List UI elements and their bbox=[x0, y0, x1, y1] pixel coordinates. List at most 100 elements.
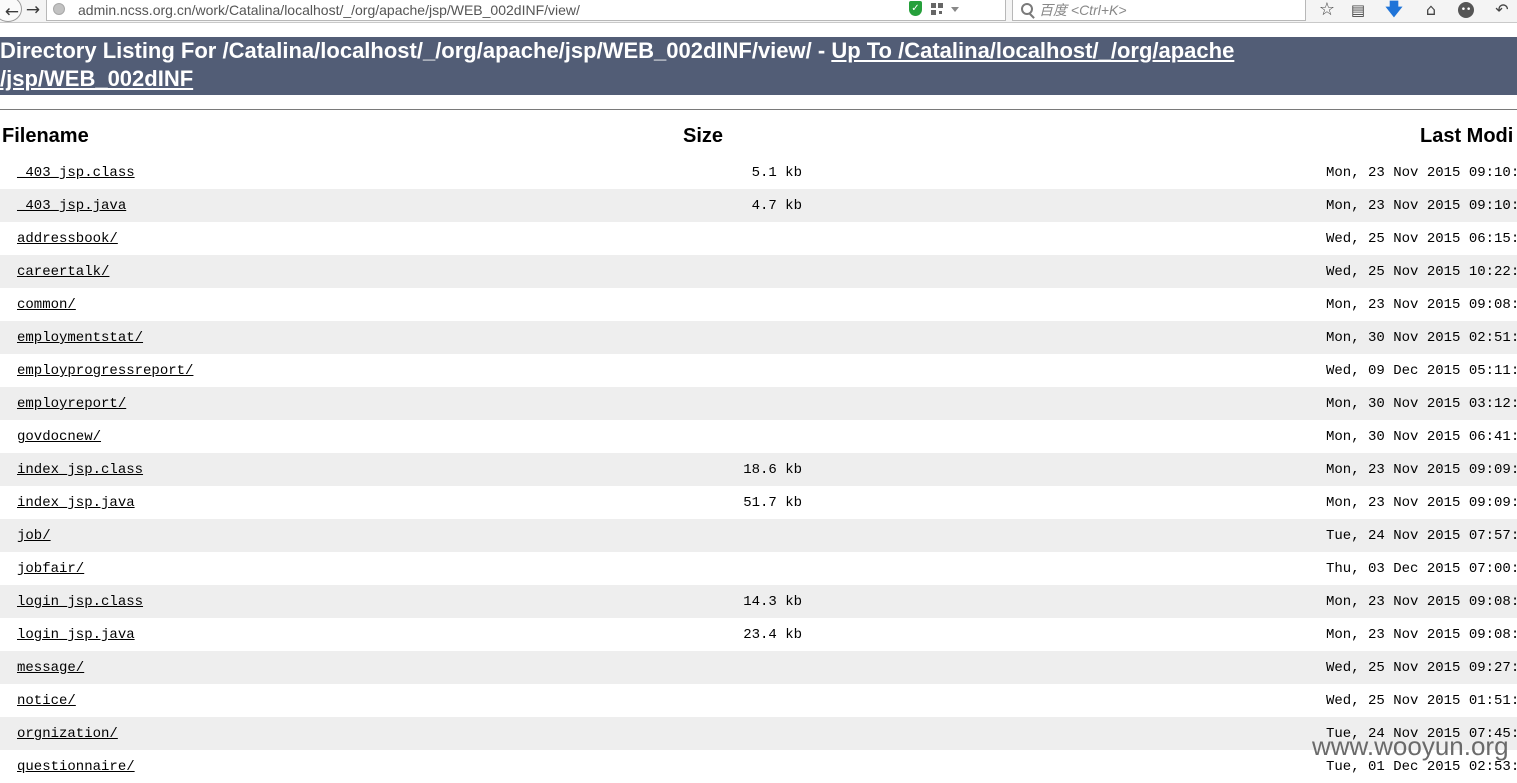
table-row: job/Tue, 24 Nov 2015 07:57:2 bbox=[0, 519, 1517, 552]
last-modified-cell: Thu, 03 Dec 2015 07:00:4 bbox=[1326, 561, 1517, 577]
search-input[interactable] bbox=[1039, 1, 1299, 19]
back-arrow-icon[interactable]: ← bbox=[0, 0, 22, 22]
file-link[interactable]: index_jsp.class bbox=[17, 462, 143, 478]
clipboard-icon[interactable]: ▤ bbox=[1347, 0, 1369, 22]
filename-cell: notice/ bbox=[17, 693, 76, 709]
filename-cell: login_jsp.class bbox=[17, 594, 143, 610]
table-row: login_jsp.class 14.3 kb Mon, 23 Nov 2015 0… bbox=[0, 585, 1517, 618]
file-link[interactable]: login_jsp.java bbox=[17, 627, 135, 643]
header-line-2: /jsp/WEB_002dINF bbox=[0, 65, 1517, 93]
size-cell: 4.7 kb bbox=[751, 198, 802, 214]
table-row: index_jsp.class 18.6 kb Mon, 23 Nov 2015 0… bbox=[0, 453, 1517, 486]
filename-cell: common/ bbox=[17, 297, 76, 313]
filename-cell: job/ bbox=[17, 528, 51, 544]
last-modified-cell: Mon, 23 Nov 2015 09:08:3 bbox=[1326, 627, 1517, 643]
last-modified-cell: Mon, 23 Nov 2015 09:08:3 bbox=[1326, 594, 1517, 610]
file-listing: _403_jsp.class 5.1 kb Mon, 23 Nov 2015 09:… bbox=[0, 156, 1517, 783]
page-title: Directory Listing For /Catalina/localhos… bbox=[0, 38, 832, 63]
table-row: _403_jsp.class 5.1 kb Mon, 23 Nov 2015 09:… bbox=[0, 156, 1517, 189]
url-text[interactable]: admin.ncss.org.cn/work/Catalina/localhos… bbox=[78, 2, 580, 18]
filename-cell: careertalk/ bbox=[17, 264, 109, 280]
chat-icon[interactable]: •• bbox=[1458, 2, 1474, 18]
last-modified-cell: Wed, 25 Nov 2015 10:22:4 bbox=[1326, 264, 1517, 280]
last-modified-cell: Mon, 23 Nov 2015 09:09:0 bbox=[1326, 462, 1517, 478]
chevron-down-icon[interactable] bbox=[951, 7, 959, 12]
file-link[interactable]: jobfair/ bbox=[17, 561, 84, 577]
last-modified-cell: Wed, 25 Nov 2015 09:27:5 bbox=[1326, 660, 1517, 676]
size-cell: 14.3 kb bbox=[743, 594, 802, 610]
last-modified-cell: Mon, 23 Nov 2015 09:10:1 bbox=[1326, 198, 1517, 214]
up-to-parent-link-continued[interactable]: /jsp/WEB_002dINF bbox=[0, 66, 193, 91]
last-modified-cell: Mon, 23 Nov 2015 09:10:1 bbox=[1326, 165, 1517, 181]
table-row: message/Wed, 25 Nov 2015 09:27:5 bbox=[0, 651, 1517, 684]
last-modified-cell: Mon, 23 Nov 2015 09:09:0 bbox=[1326, 495, 1517, 511]
undo-icon[interactable]: ↶ bbox=[1490, 0, 1514, 22]
table-row: careertalk/Wed, 25 Nov 2015 10:22:4 bbox=[0, 255, 1517, 288]
file-link[interactable]: common/ bbox=[17, 297, 76, 313]
size-cell: 23.4 kb bbox=[743, 627, 802, 643]
file-link[interactable]: orgnization/ bbox=[17, 726, 118, 742]
table-row: index_jsp.java 51.7 kb Mon, 23 Nov 2015 09… bbox=[0, 486, 1517, 519]
star-icon[interactable]: ☆ bbox=[1316, 0, 1338, 22]
file-link[interactable]: _403_jsp.java bbox=[17, 198, 126, 214]
column-header-last-modified: Last Modi bbox=[1420, 125, 1514, 147]
browser-toolbar: ← → admin.ncss.org.cn/work/Catalina/loca… bbox=[0, 0, 1517, 23]
last-modified-cell: Wed, 09 Dec 2015 05:11:4 bbox=[1326, 363, 1517, 379]
file-link[interactable]: _403_jsp.class bbox=[17, 165, 135, 181]
table-row: govdocnew/Mon, 30 Nov 2015 06:41:5 bbox=[0, 420, 1517, 453]
table-row: common/Mon, 23 Nov 2015 09:08:4 bbox=[0, 288, 1517, 321]
qr-code-icon[interactable] bbox=[931, 3, 943, 15]
filename-cell: employreport/ bbox=[17, 396, 126, 412]
directory-header: Directory Listing For /Catalina/localhos… bbox=[0, 37, 1517, 95]
table-row: questionnaire/Tue, 01 Dec 2015 02:53:0 bbox=[0, 750, 1517, 783]
file-link[interactable]: govdocnew/ bbox=[17, 429, 101, 445]
filename-cell: jobfair/ bbox=[17, 561, 84, 577]
file-link[interactable]: employreport/ bbox=[17, 396, 126, 412]
filename-cell: orgnization/ bbox=[17, 726, 118, 742]
size-cell: 5.1 kb bbox=[751, 165, 802, 181]
last-modified-cell: Wed, 25 Nov 2015 06:15:1 bbox=[1326, 231, 1517, 247]
filename-cell: login_jsp.java bbox=[17, 627, 135, 643]
table-row: addressbook/Wed, 25 Nov 2015 06:15:1 bbox=[0, 222, 1517, 255]
table-row: jobfair/Thu, 03 Dec 2015 07:00:4 bbox=[0, 552, 1517, 585]
file-link[interactable]: index_jsp.java bbox=[17, 495, 135, 511]
search-icon bbox=[1021, 3, 1033, 15]
table-row: employmentstat/Mon, 30 Nov 2015 02:51:3 bbox=[0, 321, 1517, 354]
shield-check-icon[interactable]: ✓ bbox=[909, 1, 922, 16]
file-link[interactable]: message/ bbox=[17, 660, 84, 676]
watermark-text: www.wooyun.org bbox=[1312, 731, 1509, 761]
table-row: _403_jsp.java 4.7 kb Mon, 23 Nov 2015 09:1… bbox=[0, 189, 1517, 222]
file-link[interactable]: employprogressreport/ bbox=[17, 363, 193, 379]
globe-icon bbox=[53, 3, 65, 15]
header-divider bbox=[0, 109, 1517, 110]
home-icon[interactable]: ⌂ bbox=[1419, 0, 1443, 22]
column-header-size: Size bbox=[683, 125, 724, 147]
last-modified-cell: Wed, 25 Nov 2015 01:51:4 bbox=[1326, 693, 1517, 709]
filename-cell: employprogressreport/ bbox=[17, 363, 193, 379]
size-cell: 51.7 kb bbox=[743, 495, 802, 511]
filename-cell: employmentstat/ bbox=[17, 330, 143, 346]
file-link[interactable]: employmentstat/ bbox=[17, 330, 143, 346]
last-modified-cell: Mon, 30 Nov 2015 03:12:1 bbox=[1326, 396, 1517, 412]
filename-cell: govdocnew/ bbox=[17, 429, 101, 445]
table-row: employreport/Mon, 30 Nov 2015 03:12:1 bbox=[0, 387, 1517, 420]
file-link[interactable]: notice/ bbox=[17, 693, 76, 709]
file-link[interactable]: addressbook/ bbox=[17, 231, 118, 247]
filename-cell: index_jsp.class bbox=[17, 462, 143, 478]
download-arrow-icon[interactable]: 🡇 bbox=[1382, 0, 1406, 22]
file-link[interactable]: job/ bbox=[17, 528, 51, 544]
file-link[interactable]: careertalk/ bbox=[17, 264, 109, 280]
table-row: orgnization/Tue, 24 Nov 2015 07:45:0 bbox=[0, 717, 1517, 750]
up-to-parent-link[interactable]: Up To /Catalina/localhost/_/org/apache bbox=[831, 38, 1234, 63]
forward-arrow-icon[interactable]: → bbox=[24, 0, 42, 22]
address-bar[interactable]: admin.ncss.org.cn/work/Catalina/localhos… bbox=[46, 0, 1038, 21]
last-modified-cell: Mon, 30 Nov 2015 02:51:3 bbox=[1326, 330, 1517, 346]
header-line-1: Directory Listing For /Catalina/localhos… bbox=[0, 37, 1517, 65]
search-box[interactable] bbox=[1012, 0, 1306, 21]
last-modified-cell: Mon, 30 Nov 2015 06:41:5 bbox=[1326, 429, 1517, 445]
file-link[interactable]: login_jsp.class bbox=[17, 594, 143, 610]
filename-cell: addressbook/ bbox=[17, 231, 118, 247]
filename-cell: message/ bbox=[17, 660, 84, 676]
filename-cell: _403_jsp.class bbox=[17, 165, 135, 181]
last-modified-cell: Mon, 23 Nov 2015 09:08:4 bbox=[1326, 297, 1517, 313]
